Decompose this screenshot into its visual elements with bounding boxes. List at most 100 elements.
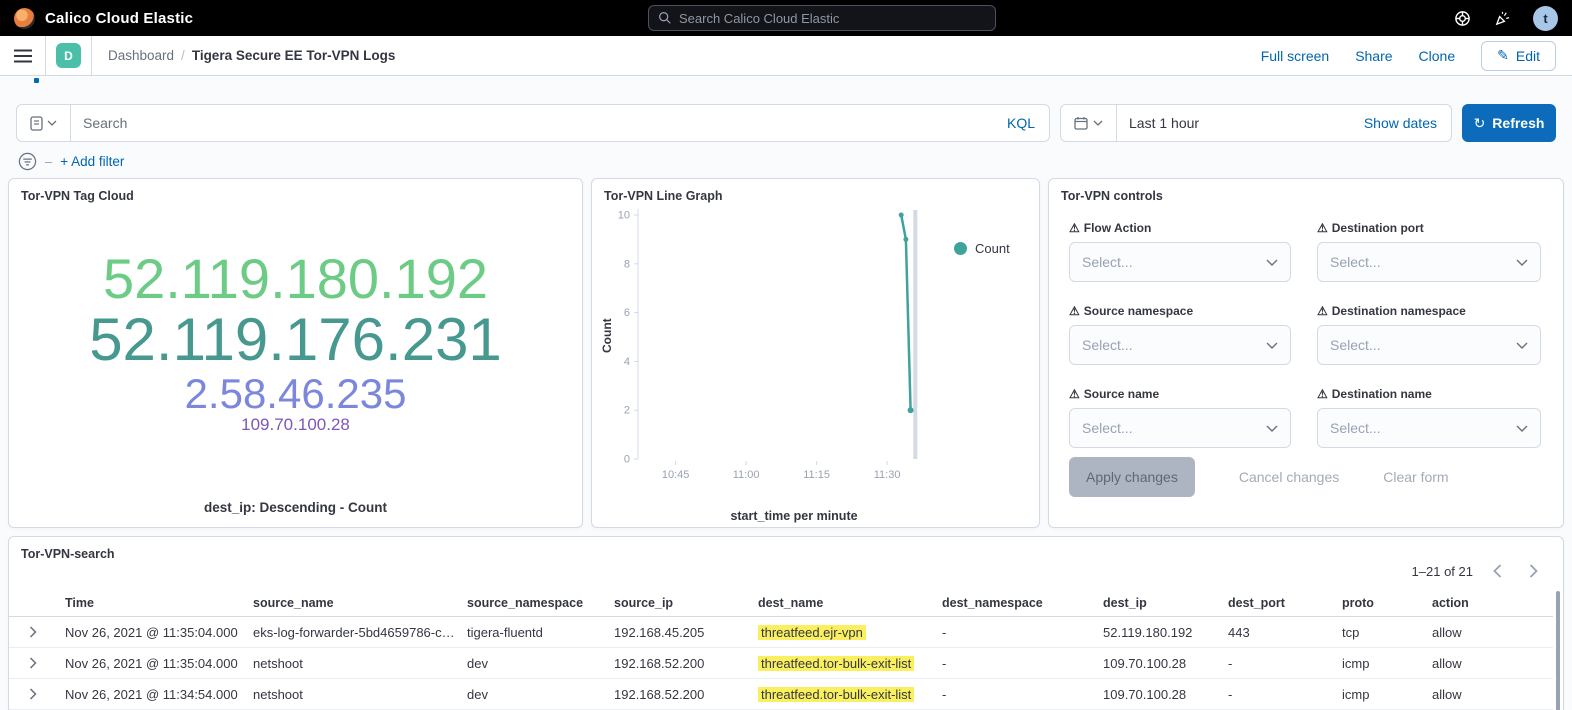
expand-row-button[interactable]	[9, 626, 65, 638]
show-dates-link[interactable]: Show dates	[1364, 115, 1451, 131]
filter-icon[interactable]	[18, 152, 37, 171]
tag-cloud-word[interactable]: 2.58.46.235	[9, 372, 582, 417]
table-row: Nov 26, 2021 @ 11:34:54.000 netshoot dev…	[9, 679, 1553, 710]
quick-time-menu-button[interactable]	[1061, 105, 1117, 141]
chevron-down-icon	[1516, 342, 1528, 349]
warning-icon	[1069, 221, 1080, 235]
clone-link[interactable]: Clone	[1419, 48, 1456, 64]
col-time[interactable]: Time	[65, 596, 253, 610]
edit-button[interactable]: Edit	[1481, 41, 1556, 71]
cancel-changes-button[interactable]: Cancel changes	[1239, 469, 1339, 485]
destination-name-select[interactable]: Select...	[1317, 408, 1541, 448]
warning-icon	[1317, 221, 1328, 235]
svg-text:2: 2	[624, 405, 630, 417]
loading-indicator	[34, 78, 39, 83]
panel-title: Tor-VPN-search	[9, 537, 1563, 561]
col-source-ip[interactable]: source_ip	[614, 596, 758, 610]
source-namespace-select[interactable]: Select...	[1069, 325, 1291, 365]
source-name-select[interactable]: Select...	[1069, 408, 1291, 448]
tag-cloud-word[interactable]: 109.70.100.28	[9, 416, 582, 434]
add-filter-link[interactable]: + Add filter	[60, 154, 124, 169]
svg-text:11:00: 11:00	[733, 469, 760, 481]
control-field-destination-namespace: Destination namespace Select...	[1317, 304, 1541, 365]
control-field-destination-port: Destination port Select...	[1317, 221, 1541, 282]
saved-query-menu-button[interactable]	[17, 105, 71, 141]
panel-title: Tor-VPN Tag Cloud	[9, 179, 582, 203]
filter-dash: –	[45, 154, 52, 169]
controls-grid: Flow Action Select... Destination port S…	[1069, 221, 1541, 448]
search-query-input[interactable]	[71, 115, 993, 131]
svg-text:10:45: 10:45	[662, 469, 690, 481]
control-field-source-namespace: Source namespace Select...	[1069, 304, 1291, 365]
global-search-box[interactable]	[648, 5, 996, 31]
apply-changes-button[interactable]: Apply changes	[1069, 457, 1195, 497]
filter-bar: – + Add filter	[18, 152, 124, 171]
kql-language-button[interactable]: KQL	[993, 115, 1049, 131]
results-table: Time source_name source_namespace source…	[9, 589, 1553, 710]
pagination-count: 1–21 of 21	[1412, 564, 1473, 579]
expand-row-button[interactable]	[9, 688, 65, 700]
legend-dot	[954, 242, 967, 255]
control-field-flow-action: Flow Action Select...	[1069, 221, 1291, 282]
table-scrollbar[interactable]	[1556, 591, 1560, 710]
flow-action-select[interactable]: Select...	[1069, 242, 1291, 282]
control-field-destination-name: Destination name Select...	[1317, 387, 1541, 448]
chevron-down-icon	[1266, 342, 1278, 349]
svg-text:4: 4	[624, 356, 630, 368]
clear-form-button[interactable]: Clear form	[1383, 469, 1448, 485]
brand-title: Calico Cloud Elastic	[45, 10, 193, 27]
svg-text:8: 8	[624, 258, 630, 270]
col-dest-ip[interactable]: dest_ip	[1103, 596, 1228, 610]
calico-logo[interactable]	[14, 8, 35, 29]
col-proto[interactable]: proto	[1342, 596, 1432, 610]
destination-namespace-select[interactable]: Select...	[1317, 325, 1541, 365]
pagination: 1–21 of 21	[1412, 559, 1545, 583]
dashboard-actions: Full screen Share Clone Edit	[1261, 41, 1556, 71]
global-search-input[interactable]	[679, 11, 986, 26]
menu-hamburger-icon[interactable]	[0, 36, 46, 75]
search-icon	[658, 11, 672, 25]
col-dest-name[interactable]: dest_name	[758, 596, 942, 610]
col-source-name[interactable]: source_name	[253, 596, 467, 610]
newsfeed-icon[interactable]	[1493, 9, 1511, 27]
time-range-value[interactable]: Last 1 hour	[1117, 115, 1199, 131]
destination-port-select[interactable]: Select...	[1317, 242, 1541, 282]
col-dest-port[interactable]: dest_port	[1228, 596, 1342, 610]
calendar-icon	[1074, 116, 1088, 130]
space-switcher[interactable]: D	[46, 36, 92, 75]
col-action[interactable]: action	[1432, 596, 1553, 610]
warning-icon	[1069, 387, 1080, 401]
query-bar: KQL Last 1 hour Show dates Refresh	[16, 104, 1556, 142]
expand-row-button[interactable]	[9, 657, 65, 669]
tag-cloud-word[interactable]: 52.119.180.192	[9, 249, 582, 308]
controls-buttons: Apply changes Cancel changes Clear form	[1069, 457, 1449, 497]
breadcrumb: Dashboard / Tigera Secure EE Tor-VPN Log…	[108, 48, 395, 63]
table-row: Nov 26, 2021 @ 11:35:04.000 netshoot dev…	[9, 648, 1553, 679]
chevron-down-icon	[1516, 259, 1528, 266]
panel-title: Tor-VPN controls	[1049, 179, 1563, 203]
dashboard-nav-bar: D Dashboard / Tigera Secure EE Tor-VPN L…	[0, 36, 1572, 76]
refresh-icon	[1474, 115, 1486, 132]
breadcrumb-dashboard-link[interactable]: Dashboard	[108, 48, 174, 63]
user-avatar[interactable]: t	[1533, 6, 1558, 31]
panel-search-table: Tor-VPN-search 1–21 of 21 Time source_na…	[8, 536, 1564, 710]
kql-search-box: KQL	[16, 104, 1050, 142]
warning-icon	[1317, 304, 1328, 318]
legend-item-count[interactable]: Count	[954, 241, 1010, 256]
tag-cloud: 52.119.180.192 52.119.176.231 2.58.46.23…	[9, 249, 582, 434]
table-row: Nov 26, 2021 @ 11:35:04.000 eks-log-forw…	[9, 617, 1553, 648]
tag-cloud-word[interactable]: 52.119.176.231	[9, 308, 582, 372]
highlighted-value: threatfeed.ejr-vpn	[758, 625, 866, 640]
refresh-button[interactable]: Refresh	[1462, 104, 1556, 142]
line-chart: 024681010:4511:0011:1511:30 Count start_…	[602, 203, 1032, 503]
svg-text:6: 6	[624, 307, 630, 319]
help-icon[interactable]	[1453, 9, 1471, 27]
full-screen-link[interactable]: Full screen	[1261, 48, 1329, 64]
chevron-right-icon	[29, 657, 37, 669]
col-dest-namespace[interactable]: dest_namespace	[942, 596, 1103, 610]
next-page-button[interactable]	[1521, 559, 1545, 583]
legend-label: Count	[975, 241, 1010, 256]
previous-page-button[interactable]	[1485, 559, 1509, 583]
col-source-namespace[interactable]: source_namespace	[467, 596, 614, 610]
share-link[interactable]: Share	[1355, 48, 1392, 64]
